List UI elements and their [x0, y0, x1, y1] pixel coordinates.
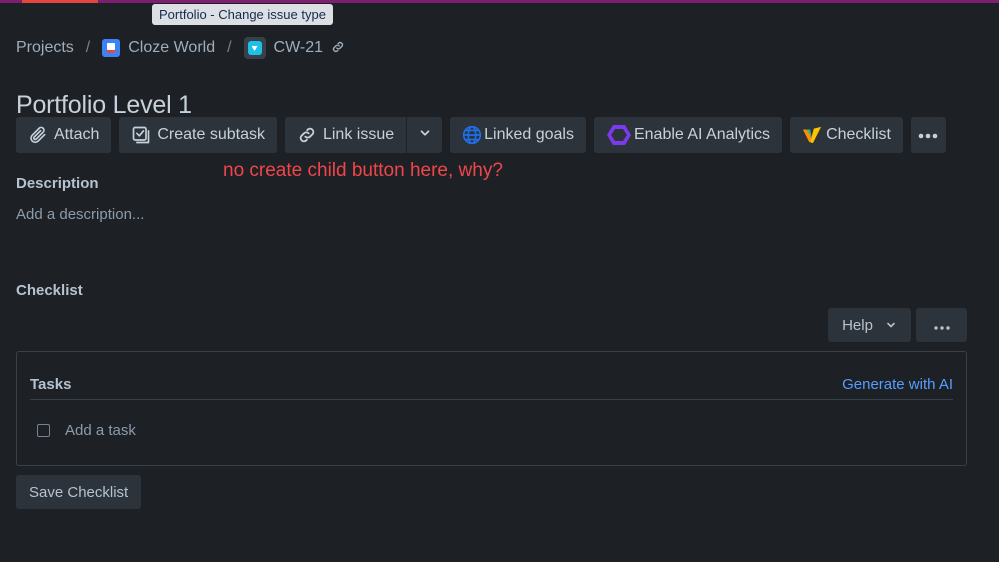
link-issue-button[interactable]: Link issue: [284, 117, 407, 153]
annotation-text: no create child button here, why?: [223, 160, 503, 181]
attach-label: Attach: [54, 126, 100, 143]
attach-button[interactable]: Attach: [16, 117, 112, 153]
link-issue-label: Link issue: [322, 126, 395, 143]
linked-goals-button[interactable]: Linked goals: [450, 117, 586, 153]
tasks-header: Tasks Generate with AI: [30, 352, 953, 400]
breadcrumb-project[interactable]: Cloze World: [128, 39, 215, 57]
breadcrumb-separator: /: [85, 39, 91, 56]
breadcrumb-projects[interactable]: Projects: [16, 39, 74, 57]
checklist-button[interactable]: Checklist: [790, 117, 903, 153]
globe-icon: [462, 125, 482, 145]
breadcrumb: Projects / Cloze World / CW-21: [16, 36, 345, 60]
add-task-row[interactable]: Add a task: [37, 422, 136, 439]
more-icon: [918, 126, 938, 144]
add-task-input[interactable]: Add a task: [65, 422, 136, 439]
issue-type-icon[interactable]: [243, 37, 266, 59]
chevron-down-icon: [418, 126, 432, 145]
enable-ai-analytics-button[interactable]: Enable AI Analytics: [593, 117, 783, 153]
enable-ai-analytics-label: Enable AI Analytics: [633, 126, 771, 143]
more-icon: [933, 317, 950, 334]
top-bar-accent: [22, 0, 98, 3]
link-icon[interactable]: [331, 40, 345, 57]
task-checkbox[interactable]: [37, 424, 50, 437]
subtask-icon: [131, 125, 151, 145]
checklist-label: Checklist: [826, 126, 891, 143]
page-title[interactable]: Portfolio Level 1: [16, 91, 192, 120]
link-icon: [297, 125, 317, 145]
checklist-more-button[interactable]: [916, 308, 967, 342]
more-actions-button[interactable]: [910, 117, 946, 153]
paperclip-icon: [28, 125, 48, 145]
tooltip: Portfolio - Change issue type: [152, 4, 333, 25]
hexagon-icon: [606, 125, 632, 145]
create-subtask-button[interactable]: Create subtask: [119, 117, 277, 153]
description-field[interactable]: Add a description...: [16, 206, 144, 223]
link-issue-split-button: Link issue: [284, 117, 443, 153]
create-subtask-label: Create subtask: [157, 126, 265, 143]
chevron-down-icon: [885, 319, 897, 331]
generate-with-ai-link[interactable]: Generate with AI: [842, 376, 953, 393]
checklist-logo-icon: [802, 125, 822, 145]
breadcrumb-separator: /: [227, 39, 232, 56]
tasks-title: Tasks: [30, 376, 72, 393]
help-button[interactable]: Help: [828, 308, 911, 342]
linked-goals-label: Linked goals: [484, 126, 574, 143]
project-icon: [102, 39, 121, 57]
description-label: Description: [16, 175, 99, 192]
link-issue-dropdown[interactable]: [406, 117, 443, 153]
checklist-heading: Checklist: [16, 282, 83, 299]
tasks-panel: Tasks Generate with AI Add a task: [16, 351, 967, 466]
issue-toolbar: Attach Create subtask Link issue Linked …: [16, 117, 946, 153]
save-checklist-button[interactable]: Save Checklist: [16, 475, 142, 509]
breadcrumb-issue-key[interactable]: CW-21: [274, 39, 324, 57]
help-label: Help: [842, 316, 873, 334]
top-progress-bar: [0, 0, 999, 3]
